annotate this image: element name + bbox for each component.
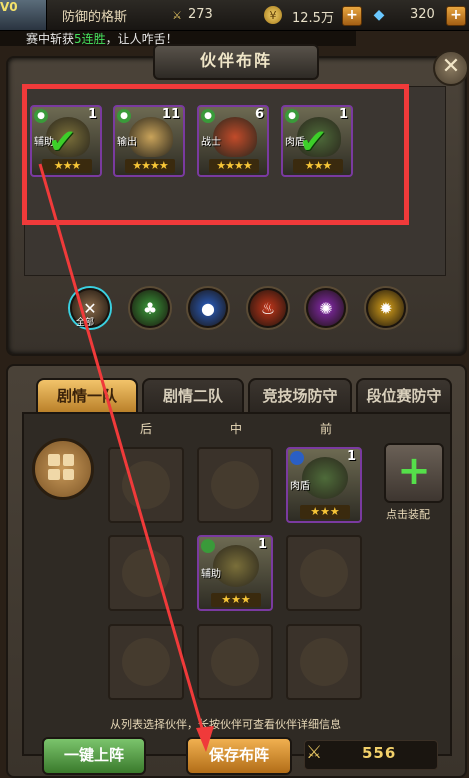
crossed-swords-icon: ⚔ (306, 742, 323, 763)
stamina-value: 273 (188, 7, 213, 22)
filter-water[interactable]: ● (188, 288, 228, 328)
filter-wind[interactable]: ♣ (130, 288, 170, 328)
auto-deploy-button[interactable]: 一键上阵 (42, 737, 146, 775)
slot-role: 辅助 (201, 569, 221, 580)
tab-story-team-2[interactable]: 剧情二队 (142, 378, 244, 414)
diamond-value: 320 (410, 7, 435, 22)
formation-slot-empty[interactable] (286, 535, 362, 611)
element-icon (201, 539, 215, 553)
filter-dark[interactable]: ✺ (306, 288, 346, 328)
save-formation-button[interactable]: 保存布阵 (186, 737, 292, 775)
empty-slot-silhouette (122, 549, 170, 597)
grid-icon (48, 454, 74, 480)
fire-element-icon: ♨ (260, 298, 276, 318)
coin-icon: ¥ (264, 6, 282, 24)
hint-text: 从列表选择伙伴，长按伙伴可查看伙伴详细信息 (110, 718, 341, 731)
water-element-icon: ● (201, 298, 215, 318)
grid-layout-button[interactable] (32, 438, 94, 500)
add-diamond-button[interactable]: + (446, 6, 466, 26)
slot-level: 1 (257, 537, 267, 552)
slot-stars: ★★★ (300, 505, 350, 519)
slot-level: 1 (346, 449, 356, 464)
formation-slot-empty[interactable] (286, 624, 362, 700)
empty-slot-silhouette (211, 461, 259, 509)
add-partner-button[interactable]: + (384, 443, 444, 503)
close-button[interactable]: ✕ (433, 50, 469, 86)
column-label-front: 前 (320, 422, 333, 436)
slot-stars: ★★★ (211, 593, 261, 607)
gold-value: 12.5万 (292, 11, 334, 26)
filter-all[interactable]: ✕ 全部 (70, 288, 110, 328)
filter-fire[interactable]: ♨ (248, 288, 288, 328)
formation-slot-empty[interactable] (197, 447, 273, 523)
vip-badge: V0 (0, 0, 18, 14)
crossed-swords-icon: ⚔ (172, 8, 182, 22)
element-icon (290, 451, 304, 465)
light-element-icon: ✹ (379, 298, 393, 318)
panel-title: 伙伴布阵 (153, 44, 319, 80)
formation-slot-empty[interactable] (197, 624, 273, 700)
tab-arena-defense[interactable]: 竞技场防守 (248, 378, 352, 414)
filter-light[interactable]: ✹ (366, 288, 406, 328)
empty-slot-silhouette (300, 549, 348, 597)
dark-element-icon: ✺ (319, 298, 333, 318)
empty-slot-silhouette (300, 638, 348, 686)
formation-slot-filled[interactable]: 1 辅助 ★★★ (197, 535, 273, 611)
tab-story-team-1[interactable]: 剧情一队 (36, 378, 138, 414)
filter-label: 全部 (76, 318, 95, 328)
add-partner-label: 点击装配 (386, 508, 430, 521)
diamond-icon: ◆ (373, 7, 385, 23)
power-value: 556 (362, 744, 397, 762)
formation-slot-empty[interactable] (108, 624, 184, 700)
add-gold-button[interactable]: + (342, 6, 362, 26)
empty-slot-silhouette (122, 638, 170, 686)
formation-slot-empty[interactable] (108, 447, 184, 523)
player-name: 防御的格斯 (62, 10, 128, 25)
formation-slot-empty[interactable] (108, 535, 184, 611)
ticker-prefix: 赛中斩获 (26, 32, 75, 46)
column-label-middle: 中 (230, 422, 243, 436)
empty-slot-silhouette (122, 461, 170, 509)
slot-role: 肉盾 (290, 481, 310, 492)
wind-element-icon: ♣ (142, 298, 158, 318)
tab-rank-defense[interactable]: 段位赛防守 (356, 378, 452, 414)
empty-slot-silhouette (211, 638, 259, 686)
formation-slot-filled[interactable]: 1 肉盾 ★★★ (286, 447, 362, 523)
column-label-back: 后 (140, 422, 153, 436)
highlight-frame (22, 84, 409, 225)
ticker-highlight: 5连胜 (74, 32, 106, 46)
